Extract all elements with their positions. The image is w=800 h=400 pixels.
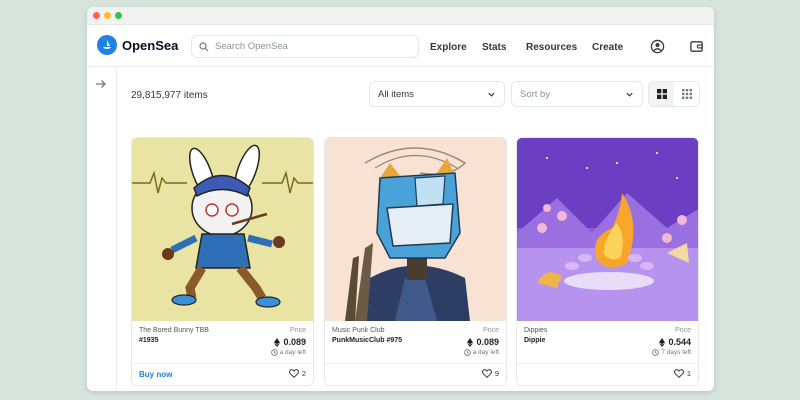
nft-card[interactable]: The Bored Bunny TBB #1935 Price 0.089 a … <box>131 137 314 386</box>
buy-now-button[interactable]: Buy now <box>139 370 172 379</box>
price-amount: 0.544 <box>668 337 691 347</box>
time-left: 7 days left <box>652 349 691 356</box>
price-amount: 0.089 <box>476 337 499 347</box>
expand-filters-arrow-icon[interactable] <box>93 76 109 92</box>
time-left-text: a day left <box>472 349 499 356</box>
eth-icon <box>274 337 281 347</box>
top-navbar: OpenSea Explore Stats Resources Create <box>87 25 714 67</box>
nft-image-music-punk[interactable] <box>325 138 506 321</box>
favorite-button[interactable]: 1 <box>673 369 691 378</box>
price-value: 0.089 <box>467 337 499 347</box>
card-footer: 1 <box>517 363 698 385</box>
sort-placeholder: Sort by <box>520 88 551 100</box>
favorite-button[interactable]: 2 <box>288 369 306 378</box>
search-icon <box>199 41 209 51</box>
small-grid-icon[interactable] <box>674 82 699 106</box>
item-name: #1935 <box>139 337 159 344</box>
chevron-down-icon <box>626 92 633 97</box>
like-count: 2 <box>301 369 306 378</box>
status-filter-value: All items <box>378 88 414 100</box>
card-footer: 9 <box>325 363 506 385</box>
nft-image-dippie[interactable] <box>517 138 698 321</box>
search-box[interactable] <box>191 35 419 58</box>
items-count: 29,815,977 items <box>131 90 208 101</box>
like-count: 1 <box>686 369 691 378</box>
item-name: PunkMusicClub #975 <box>332 337 403 344</box>
status-filter-select[interactable]: All items <box>369 81 505 107</box>
clock-icon <box>652 349 660 356</box>
wallet-icon[interactable] <box>687 37 705 55</box>
brand-name: OpenSea <box>122 37 179 53</box>
collection-name[interactable]: The Bored Bunny TBB <box>139 327 209 334</box>
large-grid-icon[interactable] <box>649 82 674 106</box>
nft-card[interactable]: Dippies Dippie Price 0.544 7 days left 1 <box>516 137 699 386</box>
item-name: Dippie <box>524 337 546 344</box>
opensea-logo-icon <box>97 35 117 55</box>
collection-name[interactable]: Music Punk Club <box>332 327 385 334</box>
nav-explore[interactable]: Explore <box>430 42 467 53</box>
eth-icon <box>467 337 474 347</box>
close-window-dot[interactable] <box>93 12 100 19</box>
price-amount: 0.089 <box>283 337 306 347</box>
card-footer: Buy now 2 <box>132 363 313 385</box>
price-value: 0.544 <box>659 337 691 347</box>
price-value: 0.089 <box>274 337 306 347</box>
heart-icon <box>673 369 684 378</box>
view-toggle <box>648 81 700 107</box>
heart-icon <box>288 369 299 378</box>
eth-icon <box>659 337 666 347</box>
time-left: a day left <box>463 349 499 356</box>
nft-image-bored-bunny[interactable] <box>132 138 313 321</box>
nav-create[interactable]: Create <box>592 42 623 53</box>
browser-window: OpenSea Explore Stats Resources Create 2… <box>87 7 714 391</box>
card-info: Music Punk Club PunkMusicClub #975 Price… <box>325 321 506 363</box>
price-label: Price <box>290 327 306 334</box>
sort-select[interactable]: Sort by <box>511 81 643 107</box>
opensea-logo[interactable]: OpenSea <box>97 35 178 55</box>
price-label: Price <box>483 327 499 334</box>
time-left-text: a day left <box>279 349 306 356</box>
nav-resources[interactable]: Resources <box>526 42 577 53</box>
like-count: 9 <box>494 369 499 378</box>
card-info: The Bored Bunny TBB #1935 Price 0.089 a … <box>132 321 313 363</box>
chevron-down-icon <box>488 92 495 97</box>
heart-icon <box>481 369 492 378</box>
maximize-window-dot[interactable] <box>115 12 122 19</box>
time-left-text: 7 days left <box>661 349 691 356</box>
card-info: Dippies Dippie Price 0.544 7 days left <box>517 321 698 363</box>
price-label: Price <box>675 327 691 334</box>
minimize-window-dot[interactable] <box>104 12 111 19</box>
clock-icon <box>270 349 278 356</box>
collection-name[interactable]: Dippies <box>524 327 547 334</box>
clock-icon <box>463 349 471 356</box>
account-icon[interactable] <box>648 37 666 55</box>
search-input[interactable] <box>215 41 405 52</box>
time-left: a day left <box>270 349 306 356</box>
nav-stats[interactable]: Stats <box>482 42 506 53</box>
title-bar <box>87 7 714 25</box>
favorite-button[interactable]: 9 <box>481 369 499 378</box>
filter-sidebar-rail <box>87 68 117 391</box>
nft-card[interactable]: Music Punk Club PunkMusicClub #975 Price… <box>324 137 507 386</box>
